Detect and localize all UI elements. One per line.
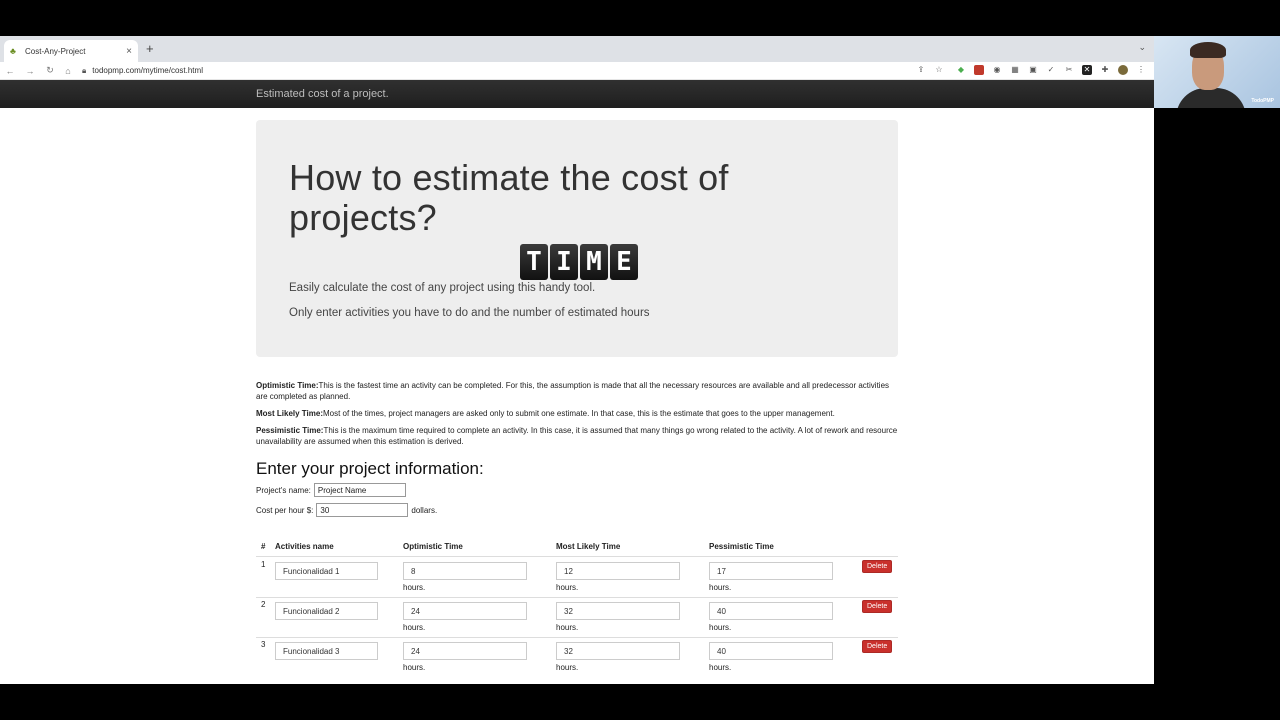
- activity-name-input[interactable]: [275, 602, 378, 620]
- row-number: 1: [261, 560, 266, 569]
- table-row: 1 hours. hours. hours. Delete: [256, 557, 898, 597]
- tab-strip: ♣ Cost-Any-Project × + ⌄: [0, 36, 1154, 62]
- bookmark-star-icon[interactable]: ☆: [934, 65, 944, 75]
- screen: ♣ Cost-Any-Project × + ⌄ ← → ↻ ⌂ 🔒︎ todo…: [0, 0, 1280, 720]
- puzzle-extensions-icon[interactable]: ✚: [1100, 65, 1110, 75]
- screen-extension-icon[interactable]: ▣: [1028, 65, 1038, 75]
- definition-term: Most Likely Time:: [256, 409, 323, 418]
- cost-per-hour-label: Cost per hour $:: [256, 505, 314, 515]
- most-likely-time-input[interactable]: [556, 642, 680, 660]
- hero-description-2: Only enter activities you have to do and…: [289, 307, 650, 319]
- check-extension-icon[interactable]: ✓: [1046, 65, 1056, 75]
- pessimistic-time-input[interactable]: [709, 642, 833, 660]
- site-navbar: Estimated cost of a project.: [0, 80, 1154, 108]
- new-tab-icon[interactable]: +: [146, 41, 154, 56]
- presenter-body: [1176, 88, 1246, 108]
- definition-term: Pessimistic Time:: [256, 426, 324, 435]
- activity-name-input[interactable]: [275, 562, 378, 580]
- back-icon[interactable]: ←: [4, 66, 16, 76]
- page-title: How to estimate the cost of projects?: [289, 157, 729, 238]
- red-extension-icon[interactable]: [974, 65, 984, 75]
- header-optimistic: Optimistic Time: [403, 542, 463, 551]
- reload-icon[interactable]: ↻: [44, 65, 56, 76]
- header-most-likely: Most Likely Time: [556, 542, 621, 551]
- form-title: Enter your project information:: [256, 459, 484, 478]
- hours-label: hours.: [709, 663, 732, 672]
- definition-most-likely: Most Likely Time:Most of the times, proj…: [256, 408, 901, 419]
- lock-icon[interactable]: 🔒︎: [82, 66, 86, 76]
- hours-label: hours.: [556, 583, 579, 592]
- cost-per-hour-row: Cost per hour $: dollars.: [256, 503, 437, 517]
- tab-cost-any-project[interactable]: ♣ Cost-Any-Project ×: [4, 40, 138, 62]
- delete-button[interactable]: Delete: [862, 600, 893, 613]
- menu-kebab-icon[interactable]: ⋮: [1136, 65, 1146, 75]
- camera-extension-icon[interactable]: ◉: [992, 65, 1002, 75]
- table-row: 2 hours. hours. hours. Delete: [256, 597, 898, 637]
- logo-letter: I: [550, 244, 578, 280]
- cost-per-hour-input[interactable]: [316, 503, 409, 517]
- logo-letter: T: [520, 244, 548, 280]
- pessimistic-time-input[interactable]: [709, 602, 833, 620]
- web-page: Estimated cost of a project. How to esti…: [0, 80, 1154, 684]
- definition-text: Most of the times, project managers are …: [322, 409, 835, 418]
- optimistic-time-input[interactable]: [403, 562, 527, 580]
- pessimistic-time-input[interactable]: [709, 562, 833, 580]
- row-number: 3: [261, 640, 266, 649]
- header-num: #: [261, 542, 266, 551]
- webcam-brand: TodoPMP: [1251, 98, 1274, 104]
- most-likely-time-input[interactable]: [556, 562, 680, 580]
- row-number: 2: [261, 600, 266, 609]
- forward-icon[interactable]: →: [24, 66, 36, 76]
- tab-search-chevron-icon[interactable]: ⌄: [1138, 42, 1146, 53]
- address-bar[interactable]: 🔒︎ todopmp.com/mytime/cost.html: [82, 63, 902, 78]
- hours-label: hours.: [403, 583, 426, 592]
- hours-label: hours.: [709, 623, 732, 632]
- android-extension-icon[interactable]: ◆: [956, 65, 966, 75]
- url-text: todopmp.com/mytime/cost.html: [92, 66, 203, 75]
- hours-label: hours.: [403, 663, 426, 672]
- hours-label: hours.: [403, 623, 426, 632]
- tab-title: Cost-Any-Project: [25, 46, 86, 56]
- hours-label: hours.: [556, 663, 579, 672]
- definition-optimistic: Optimistic Time:This is the fastest time…: [256, 380, 901, 402]
- table-row: 3 hours. hours. hours. Delete: [256, 637, 898, 677]
- time-definitions: Optimistic Time:This is the fastest time…: [256, 380, 901, 453]
- navbar-brand[interactable]: Estimated cost of a project.: [256, 88, 389, 100]
- definition-text: This is the maximum time required to com…: [256, 426, 898, 446]
- header-pessimistic: Pessimistic Time: [709, 542, 774, 551]
- cost-suffix: dollars.: [411, 505, 438, 515]
- webcam-overlay: TodoPMP: [1154, 36, 1280, 108]
- project-name-input[interactable]: [313, 483, 406, 497]
- definition-text: This is the fastest time an activity can…: [256, 381, 890, 401]
- profile-avatar[interactable]: [1118, 65, 1128, 75]
- dark-extension-icon[interactable]: ✕: [1082, 65, 1092, 75]
- time-logo: T I M E: [520, 244, 638, 280]
- favicon-icon: ♣: [10, 46, 16, 56]
- delete-button[interactable]: Delete: [862, 560, 893, 573]
- close-tab-icon[interactable]: ×: [126, 46, 132, 57]
- header-activity-name: Activities name: [275, 542, 334, 551]
- hours-label: hours.: [556, 623, 579, 632]
- share-icon[interactable]: ⇪: [916, 65, 926, 75]
- hero-description-1: Easily calculate the cost of any project…: [289, 282, 596, 294]
- tools-extension-icon[interactable]: ✂: [1064, 65, 1074, 75]
- presenter-hair: [1190, 42, 1226, 58]
- logo-letter: M: [580, 244, 608, 280]
- project-name-label: Project's name:: [256, 485, 311, 495]
- activity-name-input[interactable]: [275, 642, 378, 660]
- most-likely-time-input[interactable]: [556, 602, 680, 620]
- definition-pessimistic: Pessimistic Time:This is the maximum tim…: [256, 425, 901, 447]
- browser-toolbar: ← → ↻ ⌂ 🔒︎ todopmp.com/mytime/cost.html …: [0, 62, 1154, 80]
- hero-jumbotron: How to estimate the cost of projects? T …: [256, 120, 898, 357]
- hours-label: hours.: [709, 583, 732, 592]
- logo-letter: E: [610, 244, 638, 280]
- definition-term: Optimistic Time:: [256, 381, 319, 390]
- grid-extension-icon[interactable]: ▦: [1010, 65, 1020, 75]
- delete-button[interactable]: Delete: [862, 640, 893, 653]
- browser-window: ♣ Cost-Any-Project × + ⌄ ← → ↻ ⌂ 🔒︎ todo…: [0, 36, 1154, 684]
- optimistic-time-input[interactable]: [403, 602, 527, 620]
- project-name-row: Project's name:: [256, 483, 409, 497]
- home-icon[interactable]: ⌂: [62, 66, 74, 76]
- optimistic-time-input[interactable]: [403, 642, 527, 660]
